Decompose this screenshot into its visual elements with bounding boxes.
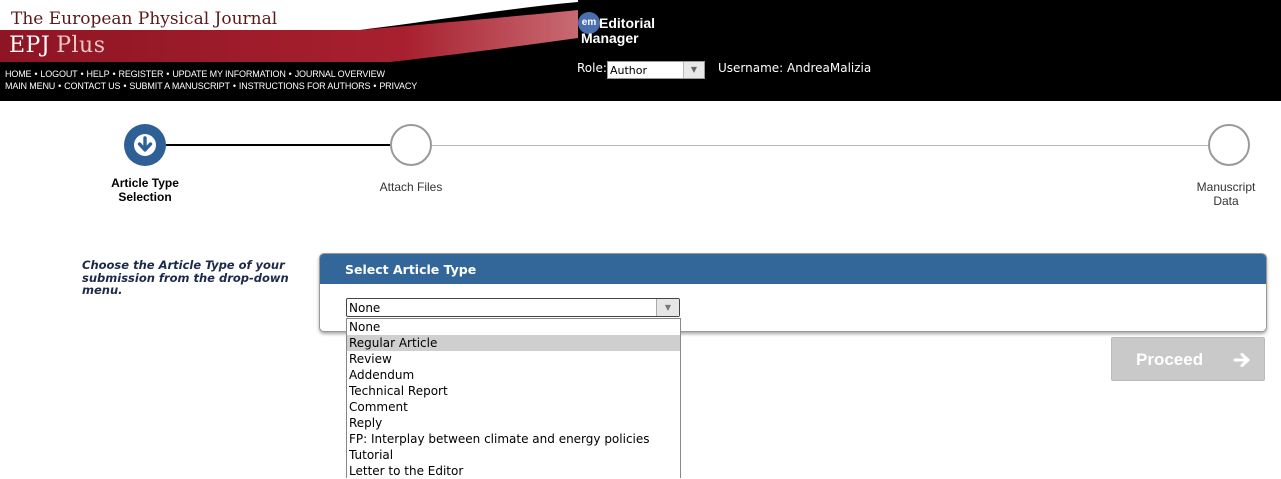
step-connector-done	[166, 144, 390, 146]
role-value: Author	[610, 64, 648, 77]
chevron-down-icon: ▼	[656, 299, 679, 316]
nav-instructions-authors[interactable]: INSTRUCTIONS FOR AUTHORS	[239, 81, 371, 91]
dropdown-option-highlighted[interactable]: Regular Article	[347, 335, 680, 351]
article-type-value: None	[349, 301, 381, 315]
step-manuscript-data	[1208, 124, 1250, 166]
dropdown-option[interactable]: Review	[347, 351, 680, 367]
nav-contact-us[interactable]: CONTACT US	[64, 81, 120, 91]
nav-submit-manuscript[interactable]: SUBMIT A MANUSCRIPT	[129, 81, 230, 91]
dropdown-option[interactable]: Letter to the Editor	[347, 463, 680, 479]
arrow-down-icon	[134, 134, 156, 156]
journal-logo-text: EPJ Plus	[9, 33, 106, 58]
step-label-article-type: Article Type Selection	[85, 176, 205, 204]
article-type-dropdown: None Regular Article Review Addendum Tec…	[346, 318, 681, 478]
proceed-button[interactable]: Proceed	[1111, 337, 1265, 381]
nav-register[interactable]: REGISTER	[118, 69, 163, 79]
nav-journal-overview[interactable]: JOURNAL OVERVIEW	[295, 69, 385, 79]
step-label-line: Manuscript	[1196, 180, 1256, 194]
editorial-manager-logo: em Editorial Manager	[578, 12, 668, 54]
nav-update-info[interactable]: UPDATE MY INFORMATION	[172, 69, 286, 79]
step-article-type	[124, 124, 166, 166]
panel-header: Select Article Type	[320, 254, 1266, 284]
role-label: Role:	[577, 61, 607, 75]
dropdown-option[interactable]: FP: Interplay between climate and energy…	[347, 431, 680, 447]
step-connector	[432, 145, 1208, 146]
step-attach-files	[390, 124, 432, 166]
nav-main-menu[interactable]: MAIN MENU	[5, 81, 55, 91]
panel-title: Select Article Type	[345, 262, 477, 277]
role-select[interactable]: Author ▼	[607, 61, 705, 79]
step-label-attach-files: Attach Files	[351, 180, 471, 194]
arrow-right-icon	[1233, 353, 1250, 367]
step-label-line: Attach Files	[379, 180, 443, 194]
username-text: Username: AndreaMalizia	[718, 61, 872, 75]
nav-row-1: HOME • LOGOUT • HELP • REGISTER • UPDATE MY INFO…	[5, 69, 385, 79]
step-label-line: Data	[1213, 194, 1239, 208]
nav-row-2: MAIN MENU • CONTACT US • SUBMIT A MANUSCRIPT…	[5, 81, 418, 91]
journal-sub: Plus	[56, 33, 106, 58]
instruction-text: Choose the Article Type of your submissi…	[82, 258, 289, 297]
journal-name: The European Physical Journal	[11, 9, 278, 29]
journal-short: EPJ	[9, 33, 51, 58]
step-label-manuscript-data: Manuscript Data	[1171, 180, 1281, 208]
dropdown-option[interactable]: Addendum	[347, 367, 680, 383]
dropdown-option[interactable]: Tutorial	[347, 447, 680, 463]
dropdown-option[interactable]: None	[347, 319, 680, 335]
progress-steps: Article Type Selection Attach Files Manu…	[0, 101, 1281, 221]
step-label-line: Article Type	[111, 176, 179, 190]
dropdown-option[interactable]: Technical Report	[347, 383, 680, 399]
step-label-line: Selection	[118, 190, 172, 204]
nav-help[interactable]: HELP	[87, 69, 110, 79]
em-logo-line2: Manager	[581, 30, 639, 46]
chevron-down-icon: ▼	[683, 62, 704, 78]
site-header: The European Physical Journal EPJ Plus HO…	[0, 0, 1281, 101]
nav-privacy[interactable]: PRIVACY	[379, 81, 417, 91]
em-logo-line1: Editorial	[599, 15, 656, 31]
proceed-label: Proceed	[1136, 350, 1204, 369]
article-type-select[interactable]: None ▼	[346, 298, 680, 317]
nav-home[interactable]: HOME	[5, 69, 32, 79]
dropdown-option[interactable]: Comment	[347, 399, 680, 415]
nav-logout[interactable]: LOGOUT	[40, 69, 77, 79]
dropdown-option[interactable]: Reply	[347, 415, 680, 431]
